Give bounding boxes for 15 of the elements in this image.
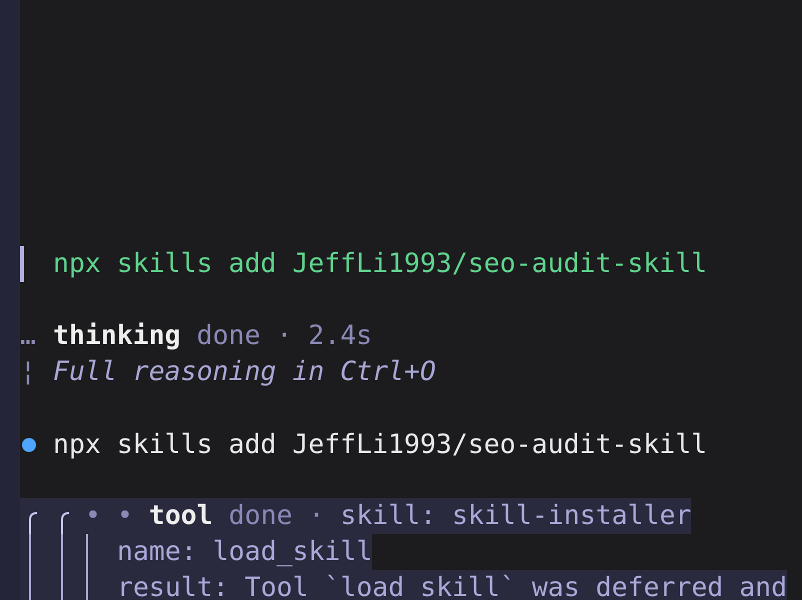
ellipsis-marker: … <box>20 319 37 353</box>
prompt-text: npx skills add JeffLi1993/seo-audit-skill <box>53 247 708 281</box>
bullet-marker: • <box>116 500 133 531</box>
tool-label: tool <box>148 500 213 531</box>
tree-guide-drawing <box>29 570 88 600</box>
status-dot-icon <box>22 438 36 452</box>
prompt-bar <box>20 246 24 282</box>
bullet-marker: • <box>85 500 101 531</box>
thinking-label: thinking <box>53 319 181 353</box>
command-text: npx skills add JeffLi1993/seo-audit-skill <box>53 428 708 462</box>
thinking-status: done · 2.4s <box>196 319 372 353</box>
reasoning-hint: Full reasoning in Ctrl+O <box>53 355 436 389</box>
tool-detail: skill: skill-installer <box>340 500 692 531</box>
guide-marker: ¦ <box>20 355 37 389</box>
tool-status: done · <box>228 500 324 531</box>
